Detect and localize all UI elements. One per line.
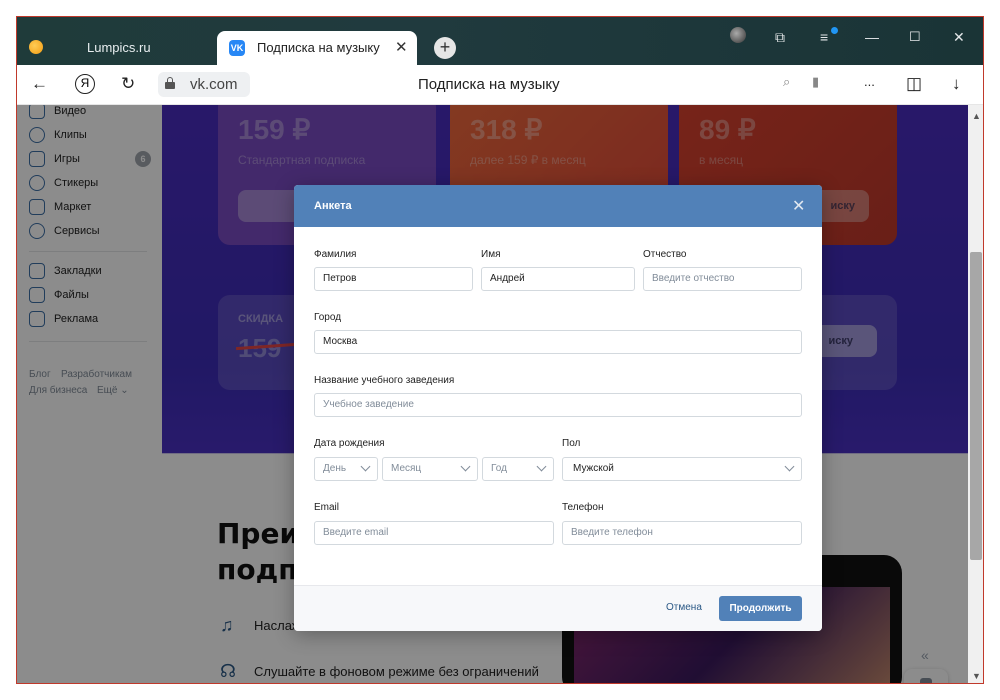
tab-title: Lumpics.ru (87, 40, 151, 55)
select-value: Год (491, 463, 507, 474)
chevron-down-icon (360, 461, 371, 472)
birth-year-select[interactable]: Год (482, 457, 554, 481)
back-icon[interactable]: ← (31, 74, 48, 94)
collections-icon[interactable]: ⧉ (775, 29, 785, 46)
tab-title: Подписка на музыку (257, 40, 380, 55)
select-value: Мужской (573, 463, 614, 474)
maximize-icon[interactable]: ☐ (909, 29, 921, 45)
page-viewport: Видео Клипы Игры 6 Стикеры Маркет Сервис… (17, 105, 983, 683)
chevron-down-icon (536, 461, 547, 472)
address-bar: ← Я ↻ vk.com Подписка на музыку ⌕ ▮ ... … (17, 65, 983, 105)
gender-label: Пол (562, 438, 581, 449)
refresh-icon[interactable]: ↻ (121, 74, 135, 94)
chevron-down-icon (784, 461, 795, 472)
phone-label: Телефон (562, 502, 604, 513)
city-field[interactable]: Москва (314, 330, 802, 354)
school-label: Название учебного заведения (314, 375, 455, 386)
chevron-down-icon (460, 461, 471, 472)
modal-close-icon[interactable]: ✕ (792, 196, 805, 216)
email-label: Email (314, 502, 340, 513)
new-tab-button[interactable]: + (434, 37, 456, 59)
continue-button[interactable]: Продолжить (719, 596, 802, 621)
profile-avatar-icon[interactable] (730, 27, 746, 43)
page-title: Подписка на музыку (418, 76, 560, 93)
questionnaire-modal: Анкета ✕ Фамилия Петров Имя Андрей Отчес… (294, 185, 822, 631)
tab-music-subscription[interactable]: VK Подписка на музыку ✕ (217, 31, 417, 65)
scrollbar-thumb[interactable] (970, 252, 982, 560)
gender-select[interactable]: Мужской (562, 457, 802, 481)
first-name-field[interactable]: Андрей (481, 267, 635, 291)
birth-date-label: Дата рождения (314, 438, 385, 449)
page-scrollbar[interactable]: ▲ ▼ (968, 105, 983, 683)
lock-icon (165, 77, 175, 89)
scroll-down-icon[interactable]: ▼ (972, 671, 981, 681)
notification-dot-icon (831, 27, 838, 34)
reading-list-icon[interactable]: ◫ (906, 74, 922, 94)
minimize-icon[interactable]: — (865, 29, 879, 45)
cancel-button[interactable]: Отмена (666, 602, 702, 613)
modal-title: Анкета (314, 200, 352, 212)
translate-icon[interactable]: ⌕ (783, 74, 790, 90)
url-field[interactable]: vk.com (158, 72, 250, 97)
download-icon[interactable]: ↓ (952, 74, 961, 94)
last-name-field[interactable]: Петров (314, 267, 473, 291)
city-label: Город (314, 312, 342, 323)
tab-lumpics[interactable]: Lumpics.ru (17, 31, 217, 65)
menu-icon[interactable]: ≡ (820, 29, 828, 45)
window-close-icon[interactable]: ✕ (953, 29, 965, 46)
browser-window: Lumpics.ru VK Подписка на музыку ✕ + ⧉ ≡… (16, 16, 984, 684)
bookmark-icon[interactable]: ▮ (812, 74, 819, 90)
scroll-up-icon[interactable]: ▲ (972, 111, 981, 121)
url-domain: vk.com (190, 76, 238, 93)
first-name-label: Имя (481, 249, 501, 260)
tab-strip: Lumpics.ru VK Подписка на музыку ✕ + ⧉ ≡… (17, 17, 983, 65)
birth-month-select[interactable]: Месяц (382, 457, 478, 481)
modal-header: Анкета ✕ (294, 185, 822, 227)
close-tab-icon[interactable]: ✕ (395, 38, 408, 56)
birth-day-select[interactable]: День (314, 457, 378, 481)
patronymic-field[interactable]: Введите отчество (643, 267, 802, 291)
vk-favicon-icon: VK (229, 40, 245, 56)
patronymic-label: Отчество (643, 249, 687, 260)
phone-field[interactable]: Введите телефон (562, 521, 802, 545)
select-value: Месяц (391, 463, 422, 474)
select-value: День (323, 463, 347, 474)
yandex-icon[interactable]: Я (75, 74, 95, 94)
school-field[interactable]: Учебное заведение (314, 393, 802, 417)
lumpics-favicon-icon (29, 40, 43, 54)
modal-footer: Отмена Продолжить (294, 585, 822, 631)
last-name-label: Фамилия (314, 249, 357, 260)
email-field[interactable]: Введите email (314, 521, 554, 545)
more-icon[interactable]: ... (864, 74, 875, 89)
